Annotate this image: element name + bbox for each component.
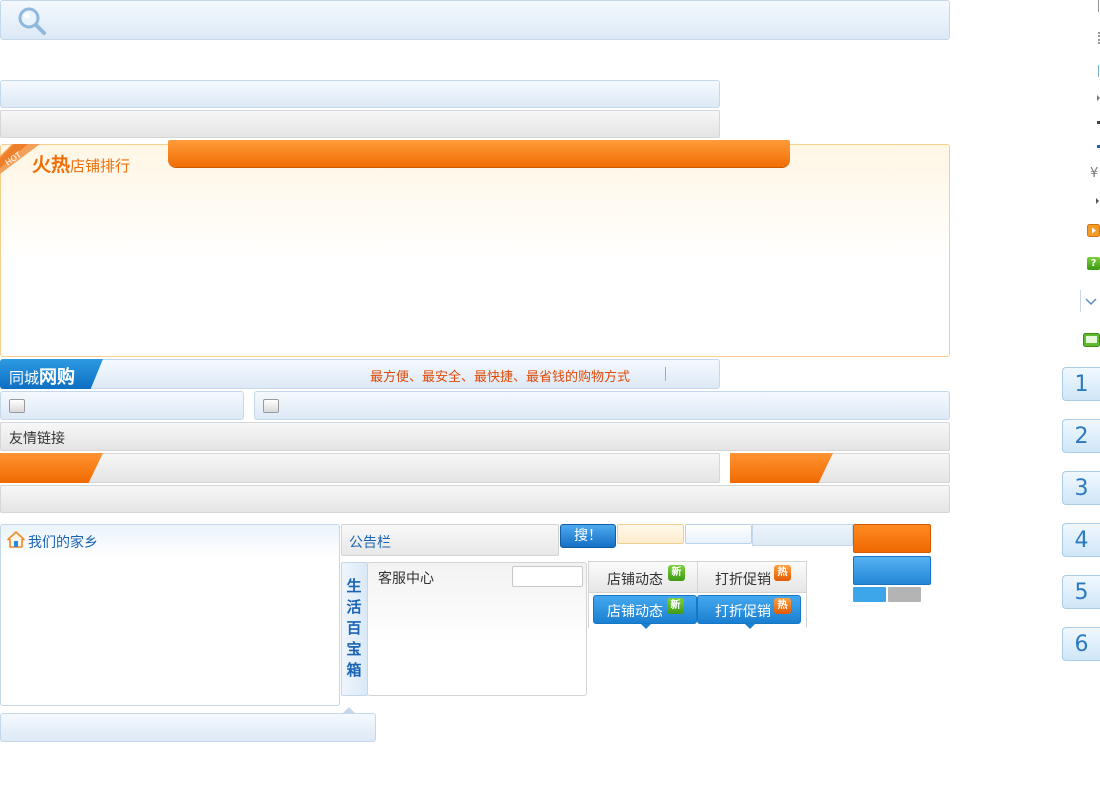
life-char: 箱 <box>346 661 362 679</box>
top-grey-bar <box>0 110 720 138</box>
tab-store-news-active[interactable]: 店铺动态 新 <box>593 595 697 629</box>
blue-line-icon <box>1098 65 1099 77</box>
hot-store-tab-bar <box>168 140 790 167</box>
tab-label: 店铺动态 <box>607 604 663 620</box>
friend-links-label: 友情链接 <box>9 431 65 447</box>
bottom-bar-pointer <box>343 707 355 713</box>
tab-label: 店铺动态 <box>607 572 663 588</box>
hot-store-title: 火热店铺排行 <box>32 150 130 177</box>
notice-bar-left <box>0 391 244 420</box>
blue-button[interactable] <box>853 556 931 585</box>
message-icon <box>9 399 25 413</box>
tab-caret-icon <box>641 624 651 629</box>
hot-badge-icon: 热 <box>774 598 791 614</box>
life-char: 活 <box>346 598 362 616</box>
life-char: 宝 <box>346 640 362 658</box>
search-icon[interactable] <box>16 5 48 37</box>
customer-service-input[interactable] <box>512 566 583 587</box>
hometown-label[interactable]: 我们的家乡 <box>28 532 98 552</box>
notice-board-label[interactable]: 公告栏 <box>349 532 391 552</box>
slogan-divider <box>665 367 666 381</box>
page-number-button[interactable]: 4 <box>1062 523 1100 557</box>
message-icon <box>263 399 279 413</box>
orange-tab-bar-left <box>0 453 720 483</box>
customer-service-label: 客服中心 <box>378 571 434 587</box>
blue-input-field[interactable] <box>685 524 752 544</box>
search-button[interactable]: 搜！ <box>560 524 616 548</box>
yen-icon: ¥ <box>1090 166 1099 181</box>
tab-discount-active[interactable]: 打折促销 热 <box>697 595 801 629</box>
house-icon <box>7 531 25 548</box>
yellow-input-field[interactable] <box>617 524 684 544</box>
small-blue-button[interactable] <box>853 587 886 602</box>
life-toolbox-label[interactable]: 生 活 百 宝 箱 <box>344 576 364 681</box>
pale-blue-field[interactable] <box>752 524 853 546</box>
search-bar[interactable] <box>0 0 950 40</box>
orange-tab-right[interactable] <box>730 453 833 483</box>
tab-store-news[interactable]: 店铺动态 新 <box>588 561 698 593</box>
monitor-icon <box>1083 333 1100 347</box>
small-grey-button[interactable] <box>888 587 921 602</box>
orange-play-icon <box>1087 224 1100 237</box>
hot-title-emphasis: 火热 <box>32 154 71 176</box>
arrow-right-icon <box>1096 198 1099 204</box>
new-badge-icon: 新 <box>668 565 685 581</box>
page-number-button[interactable]: 6 <box>1062 627 1100 661</box>
bottom-bar <box>0 713 376 742</box>
tongcheng-label-part1: 同城 <box>9 369 40 387</box>
tongcheng-label: 同城网购 <box>9 363 75 389</box>
page-number-button[interactable]: 2 <box>1062 419 1100 453</box>
friend-links-bar <box>0 422 950 451</box>
life-char: 生 <box>346 577 362 595</box>
hot-badge-icon: 热 <box>774 565 791 581</box>
hot-title-rest: 店铺排行 <box>70 157 131 175</box>
new-badge-icon: 新 <box>667 598 684 614</box>
grey-line-icon <box>1098 0 1099 12</box>
tab-discount[interactable]: 打折促销 热 <box>697 561 807 593</box>
tab-label: 打折促销 <box>715 604 771 620</box>
question-icon: ? <box>1087 257 1100 270</box>
orange-button[interactable] <box>853 524 931 553</box>
page-number-button[interactable]: 5 <box>1062 575 1100 609</box>
tab-caret-icon <box>745 624 755 629</box>
page-number-button[interactable]: 3 <box>1062 471 1100 505</box>
grey-bar-full <box>0 485 950 513</box>
tab-label: 打折促销 <box>715 572 771 588</box>
chevron-down-icon[interactable] <box>1080 290 1100 312</box>
top-blue-bar <box>0 80 720 108</box>
tongcheng-label-part2: 网购 <box>39 367 76 388</box>
life-char: 百 <box>346 619 362 637</box>
notice-bar-right <box>254 391 950 420</box>
page-number-button[interactable]: 1 <box>1062 367 1100 401</box>
hot-store-panel <box>0 144 950 357</box>
orange-tab-left[interactable] <box>0 453 103 483</box>
tongcheng-slogan: 最方便、最安全、最快捷、最省钱的购物方式 <box>370 370 631 385</box>
